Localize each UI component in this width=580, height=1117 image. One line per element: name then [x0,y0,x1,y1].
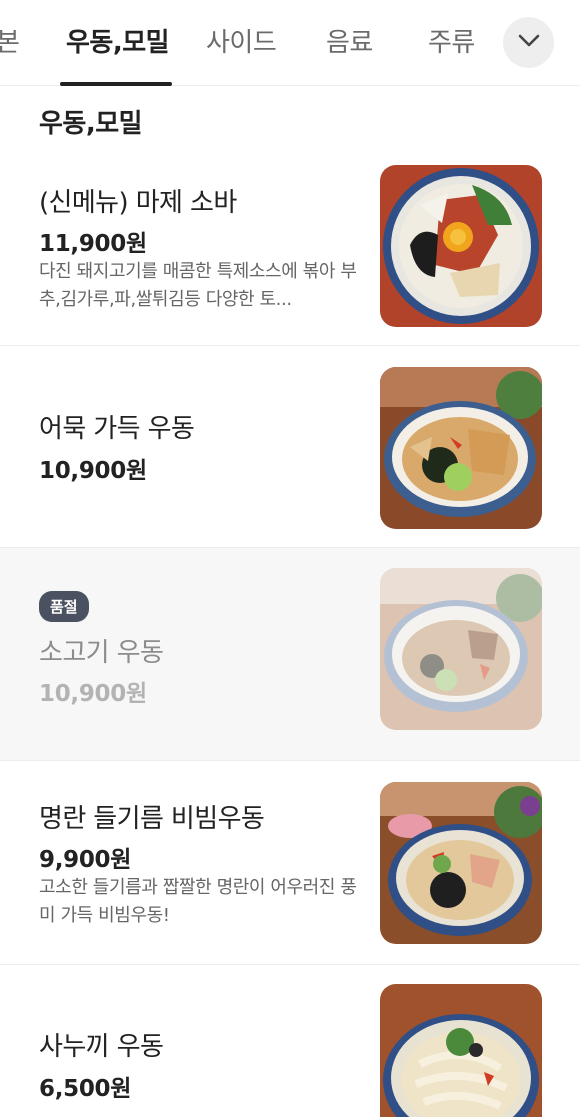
menu-item-price: 10,900원 [39,681,147,707]
section-title: 우동,모밀 [39,109,143,139]
menu-item-price: 6,500원 [39,1076,132,1102]
menu-item-photo [380,367,542,529]
menu-item-price: 11,900원 [39,231,147,257]
menu-item[interactable]: 품절 소고기 우동 10,900원 [0,548,580,761]
expand-categories-button[interactable] [503,17,554,68]
menu-item-photo [380,568,542,730]
soldout-badge: 품절 [39,591,89,622]
chevron-down-icon [518,33,540,52]
menu-item-name: 소고기 우동 [39,638,164,668]
menu-item[interactable]: (신메뉴) 마제 소바 11,900원 다진 돼지고기를 매콤한 특제소스에 볶… [0,140,580,346]
menu-item-description: 고소한 들기름과 짭짤한 명란이 어우러진 풍미 가득 비빔우동! [39,877,357,926]
category-tab-bar: 본 우동,모밀 사이드 음료 주류 [0,0,580,86]
menu-item[interactable]: 어묵 가득 우동 10,900원 [0,346,580,548]
menu-item-description: 다진 돼지고기를 매콤한 특제소스에 볶아 부추,김가루,파,쌀튀김등 다양한 … [39,261,357,310]
tab-alcohol[interactable]: 주류 [428,22,475,59]
menu-item-price: 10,900원 [39,458,147,484]
active-tab-indicator [60,82,172,86]
menu-item-photo [380,782,542,944]
menu-item-photo [380,165,542,327]
menu-item-price: 9,900원 [39,847,132,873]
menu-item-name: 명란 들기름 비빔우동 [39,804,265,834]
menu-item-name: (신메뉴) 마제 소바 [39,188,237,218]
tab-side[interactable]: 사이드 [206,22,277,59]
menu-item[interactable]: 명란 들기름 비빔우동 9,900원 고소한 들기름과 짭짤한 명란이 어우러진… [0,761,580,965]
tab-drinks[interactable]: 음료 [326,22,373,59]
menu-item-photo [380,984,542,1117]
tab-udon-momil[interactable]: 우동,모밀 [66,22,170,59]
menu-item-name: 어묵 가득 우동 [39,414,195,444]
menu-item-name: 사누끼 우동 [39,1032,164,1062]
menu-item[interactable]: 사누끼 우동 6,500원 [0,965,580,1117]
tab-previous[interactable]: 본 [0,22,20,59]
